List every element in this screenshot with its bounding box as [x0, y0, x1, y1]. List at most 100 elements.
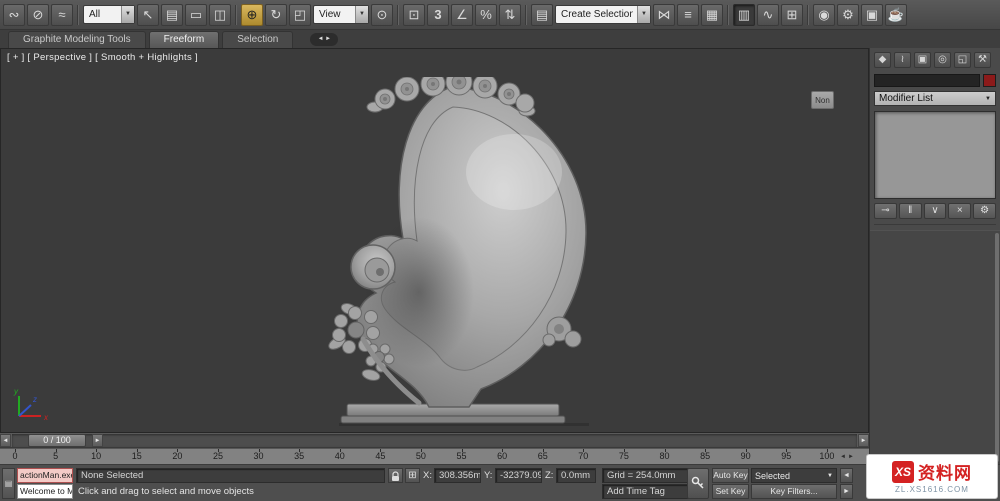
object-name-field[interactable]	[874, 74, 980, 87]
time-slider-bar: ◄ 0 / 100 ► ►	[0, 433, 869, 448]
make-unique-icon[interactable]: ∨	[924, 203, 947, 219]
ruler-left-icon[interactable]: ◄	[840, 454, 846, 460]
mirror-model[interactable]	[319, 77, 604, 429]
graphite-ribbon-toggle-icon[interactable]: ▥	[733, 4, 755, 26]
window-crossing-toggle-icon[interactable]: ◫	[209, 4, 231, 26]
absolute-mode-toggle-icon[interactable]: ⊞	[405, 468, 420, 483]
watermark-logo-icon: XS	[892, 461, 914, 483]
ruler-tick: 20	[166, 451, 188, 464]
ruler-tick: 5	[45, 451, 67, 464]
maxscript-listener-icon[interactable]: ▤	[2, 468, 15, 499]
snap-toggle-3d-icon[interactable]: 3	[427, 4, 449, 26]
percent-snap-toggle-icon[interactable]: %	[475, 4, 497, 26]
modifier-stack-buttons: ⊸ ‖ ∨ × ⚙	[874, 203, 996, 225]
ruler-right-icon[interactable]: ►	[848, 454, 854, 460]
reference-coordinate-dropdown[interactable]: View ▼	[313, 5, 369, 24]
time-slider-track[interactable]: 0 / 100 ►	[12, 434, 857, 447]
viewport-overlay-button[interactable]: Non	[811, 91, 834, 109]
x-coordinate-field[interactable]: 308.356mm	[434, 468, 481, 483]
y-coordinate-field[interactable]: -32379.09	[495, 468, 542, 483]
chevron-down-icon: ▼	[355, 6, 368, 23]
next-frame-button[interactable]: ►	[840, 484, 853, 499]
axis-tripod: x y z	[9, 386, 51, 426]
keyboard-override-toggle-icon[interactable]: ⊡	[403, 4, 425, 26]
motion-tab-icon[interactable]: ◎	[934, 52, 951, 68]
display-tab-icon[interactable]: ◱	[954, 52, 971, 68]
viewport-canvas[interactable]: [ + ] [ Perspective ] [ Smooth + Highlig…	[0, 48, 869, 433]
ruler-tick: 40	[329, 451, 351, 464]
hierarchy-tab-icon[interactable]: ▣	[914, 52, 931, 68]
spinner-snap-toggle-icon[interactable]: ⇅	[499, 4, 521, 26]
next-frame-arrow[interactable]: ►	[92, 434, 103, 447]
tab-selection[interactable]: Selection	[222, 31, 293, 48]
selection-filter-dropdown[interactable]: All ▼	[83, 5, 135, 24]
create-tab-icon[interactable]: ◆	[874, 52, 891, 68]
layer-manager-icon[interactable]: ▦	[701, 4, 723, 26]
align-icon[interactable]: ≡	[677, 4, 699, 26]
ruler-tick: 60	[491, 451, 513, 464]
render-production-icon[interactable]: ☕	[885, 4, 907, 26]
configure-modifier-sets-icon[interactable]: ⚙	[973, 203, 996, 219]
curve-editor-icon[interactable]: ∿	[757, 4, 779, 26]
mirror-icon[interactable]: ⋈	[653, 4, 675, 26]
maxscript-listener-line1[interactable]: actionMan.exec	[17, 468, 73, 483]
select-object-icon[interactable]: ↖	[137, 4, 159, 26]
select-and-link-icon[interactable]: ∾	[3, 4, 25, 26]
time-slider-handle[interactable]: 0 / 100	[28, 434, 86, 447]
ruler-tick: 45	[369, 451, 391, 464]
modifier-stack-list[interactable]	[874, 111, 996, 199]
select-by-name-icon[interactable]: ▤	[161, 4, 183, 26]
select-and-manipulate-icon[interactable]: ⊙	[371, 4, 393, 26]
select-and-move-icon[interactable]: ⊕	[241, 4, 263, 26]
tab-graphite-modeling-tools[interactable]: Graphite Modeling Tools	[8, 31, 146, 48]
set-keys-button[interactable]	[687, 468, 709, 499]
rendered-frame-window-icon[interactable]: ▣	[861, 4, 883, 26]
key-mode-dropdown[interactable]: Selected ▼	[751, 468, 837, 483]
chevron-down-icon: ▼	[985, 96, 991, 102]
pin-stack-icon[interactable]: ⊸	[874, 203, 897, 219]
rollout-area	[870, 230, 1000, 464]
lock-icon	[391, 471, 400, 482]
key-filters-button[interactable]: Key Filters...	[751, 484, 837, 499]
timeline-left-arrow[interactable]: ◄	[0, 434, 11, 447]
track-bar[interactable]: 0 5 10 15 20 25 30 35 40 45 50 55 60 65 …	[0, 448, 869, 464]
maxscript-listener-line2[interactable]: Welcome to MAX	[17, 484, 73, 499]
select-and-scale-icon[interactable]: ◰	[289, 4, 311, 26]
ribbon-minimize-button[interactable]: ◄ ►	[310, 33, 338, 46]
add-time-tag-button[interactable]: Add Time Tag	[602, 484, 700, 499]
set-key-button[interactable]: Set Key	[712, 484, 749, 499]
select-and-rotate-icon[interactable]: ↻	[265, 4, 287, 26]
modify-tab-icon[interactable]: ≀	[894, 52, 911, 68]
show-end-result-icon[interactable]: ‖	[899, 203, 922, 219]
auto-key-button[interactable]: Auto Key	[712, 468, 749, 483]
modifier-list-dropdown[interactable]: Modifier List ▼	[874, 91, 996, 106]
bind-to-space-warp-icon[interactable]: ≈	[51, 4, 73, 26]
object-color-swatch[interactable]	[983, 74, 996, 87]
toolbar-separator	[397, 5, 399, 25]
z-coordinate-field[interactable]: 0.0mm	[556, 468, 596, 483]
ruler-tick: 95	[775, 451, 797, 464]
panel-scrollbar[interactable]	[995, 233, 999, 462]
render-setup-icon[interactable]: ⚙	[837, 4, 859, 26]
schematic-view-icon[interactable]: ⊞	[781, 4, 803, 26]
ruler-scroll-arrows[interactable]: ◄ ►	[838, 449, 869, 464]
tab-freeform[interactable]: Freeform	[149, 31, 220, 48]
utilities-tab-icon[interactable]: ⚒	[974, 52, 991, 68]
rectangular-selection-region-icon[interactable]: ▭	[185, 4, 207, 26]
timeline-right-arrow[interactable]: ►	[858, 434, 869, 447]
modifier-list-label: Modifier List	[879, 93, 933, 104]
ruler-ticks: 0 5 10 15 20 25 30 35 40 45 50 55 60 65 …	[0, 449, 838, 464]
selection-lock-toggle[interactable]	[388, 468, 403, 483]
previous-frame-button[interactable]: ◄	[840, 468, 853, 483]
unlink-selection-icon[interactable]: ⊘	[27, 4, 49, 26]
remove-modifier-icon[interactable]: ×	[948, 203, 971, 219]
material-editor-icon[interactable]: ◉	[813, 4, 835, 26]
status-bar: ▤ actionMan.exec Welcome to MAX None Sel…	[0, 464, 1000, 501]
viewport-label[interactable]: [ + ] [ Perspective ] [ Smooth + Highlig…	[7, 52, 198, 63]
chevron-down-icon: ▼	[637, 6, 650, 23]
angle-snap-toggle-icon[interactable]: ∠	[451, 4, 473, 26]
edit-named-selection-sets-icon[interactable]: ▤	[531, 4, 553, 26]
prompt-line: Click and drag to select and move object…	[78, 486, 254, 497]
key-icon	[691, 476, 705, 490]
named-selection-dropdown[interactable]: Create Selection Se ▼	[555, 5, 651, 24]
